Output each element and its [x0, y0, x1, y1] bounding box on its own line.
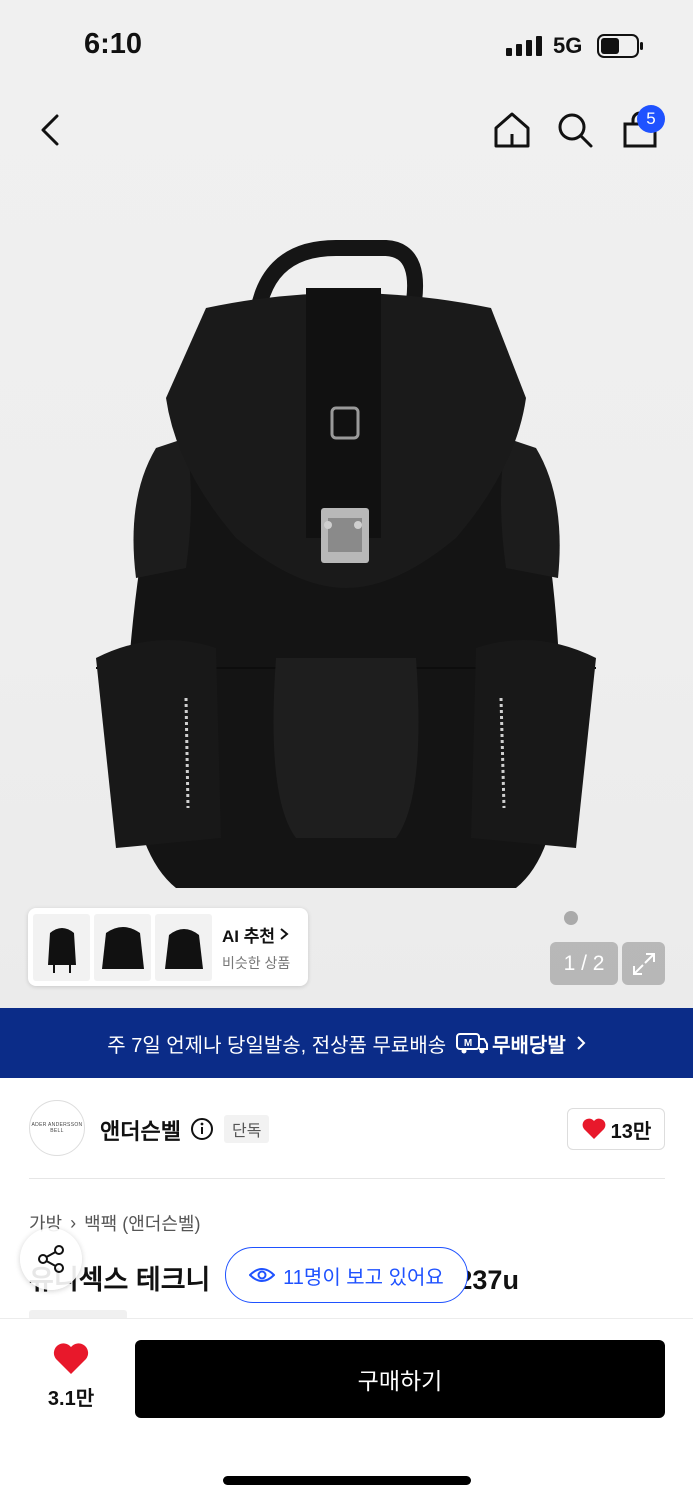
- recommend-thumbnail[interactable]: [33, 913, 90, 981]
- signal-icon: [506, 36, 542, 56]
- home-indicator: [223, 1476, 471, 1485]
- chevron-right-icon: [577, 1036, 586, 1050]
- brand-name[interactable]: 앤더슨벨: [100, 1114, 181, 1146]
- home-icon: [494, 112, 530, 148]
- viewers-text: 11명이 보고 있어요: [283, 1266, 444, 1289]
- banner-brand-label: 무배당발: [492, 1034, 566, 1057]
- expand-icon: [632, 952, 655, 975]
- breadcrumb-item[interactable]: 백팩 (앤더슨벨): [84, 1210, 200, 1236]
- ai-recommend-title: AI 추천: [222, 922, 290, 947]
- recommend-thumbnail[interactable]: [155, 913, 212, 981]
- image-counter: 1 / 2: [550, 942, 618, 985]
- back-button[interactable]: [24, 104, 76, 156]
- backpack-thumb-icon: [47, 928, 76, 973]
- banner-brand: M 무배당발: [456, 1029, 566, 1058]
- ai-recommend-label: AI 추천: [222, 926, 276, 946]
- exclusive-badge: 단독: [224, 1115, 270, 1143]
- search-icon: [558, 113, 593, 148]
- ai-recommend-subtitle: 비슷한 상품: [222, 954, 291, 971]
- ai-recommend-card[interactable]: AI 추천 비슷한 상품: [28, 908, 308, 986]
- info-icon[interactable]: [190, 1117, 214, 1141]
- share-button[interactable]: [20, 1228, 82, 1290]
- banner-text: 주 7일 언제나 당일발송, 전상품 무료배송: [107, 1034, 447, 1057]
- brand-logo[interactable]: ADER ANDERSSON BELL: [29, 1100, 85, 1156]
- expand-button[interactable]: [622, 942, 665, 985]
- chevron-right-icon: [280, 928, 289, 940]
- battery-icon: [597, 34, 643, 58]
- share-icon: [38, 1245, 64, 1273]
- brand-like-count: 13만: [610, 1120, 652, 1143]
- favorite-count: 3.1만: [47, 1388, 95, 1410]
- shipping-banner[interactable]: 주 7일 언제나 당일발송, 전상품 무료배송 M 무배당발: [0, 1008, 693, 1078]
- viewers-pill: 11명이 보고 있어요: [225, 1247, 468, 1303]
- backpack-thumb-icon: [164, 929, 203, 969]
- recommend-thumbnail[interactable]: [94, 913, 151, 981]
- chevron-left-icon: [41, 114, 59, 146]
- backpack-thumb-icon: [101, 927, 144, 969]
- delivery-truck-icon: M: [456, 1033, 489, 1054]
- eye-icon: [249, 1268, 276, 1282]
- cart-count-badge: 5: [637, 105, 665, 133]
- delivery-mark: M: [464, 1038, 472, 1049]
- heart-icon: [53, 1343, 89, 1374]
- status-time: 6:10: [84, 28, 143, 60]
- product-image[interactable]: [96, 238, 596, 928]
- home-button[interactable]: [486, 104, 538, 156]
- search-button[interactable]: [549, 104, 601, 156]
- favorite-button[interactable]: 3.1만: [30, 1342, 112, 1411]
- chevron-right-icon: ›: [70, 1212, 77, 1233]
- divider: [29, 1178, 665, 1179]
- buy-button[interactable]: 구매하기: [135, 1340, 665, 1418]
- heart-icon: [582, 1118, 606, 1139]
- brand-like-button[interactable]: 13만: [567, 1108, 665, 1150]
- network-label: 5G: [553, 33, 583, 58]
